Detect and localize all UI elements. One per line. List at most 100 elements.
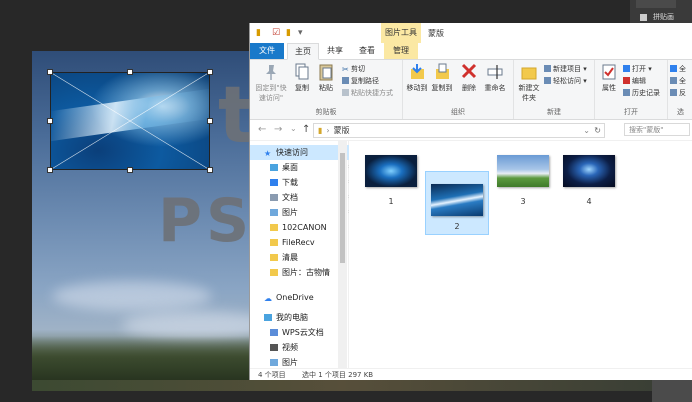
history-label: 历史记录 [632, 89, 660, 97]
select-all-icon [670, 65, 677, 72]
select-all-label: 全 [679, 65, 686, 73]
file-item[interactable]: 4 [557, 147, 621, 211]
paste-shortcut-icon [342, 89, 349, 96]
copy-path-button[interactable]: 复制路径 [342, 76, 379, 86]
nav-label: 图片 [282, 358, 298, 367]
canvas-bottom-strip [32, 380, 652, 391]
nav-scrollbar[interactable] [338, 141, 347, 368]
easy-access-icon [544, 77, 551, 84]
folder-icon [270, 239, 278, 246]
tab-home[interactable]: 主页 [287, 43, 319, 60]
transform-handle[interactable] [127, 69, 133, 75]
copy-path-label: 复制路径 [351, 77, 379, 85]
paste-shortcut-button[interactable]: 粘贴快捷方式 [342, 88, 393, 98]
nav-label: 102CANON [282, 223, 327, 232]
copy-label: 复制 [295, 84, 309, 92]
rename-label: 重命名 [484, 84, 506, 92]
organize-group-label: 组织 [451, 108, 465, 116]
file-view: 1 2 3 4 [349, 141, 692, 368]
file-thumbnail [431, 184, 483, 216]
select-none-button[interactable]: 全 [670, 76, 686, 86]
tab-view[interactable]: 查看 [352, 43, 382, 59]
new-folder-button[interactable]: 新建文件夹 [516, 63, 542, 103]
customize-qat-icon[interactable]: ▾ [298, 28, 303, 38]
nav-item-my-computer[interactable]: 我的电脑 [250, 310, 352, 325]
desktop-icon [270, 164, 278, 171]
file-item[interactable]: 2 [425, 171, 489, 235]
new-folder-label: 新建文件夹 [518, 84, 540, 102]
select-none-label: 全 [679, 77, 686, 85]
transform-handle[interactable] [207, 118, 213, 124]
back-icon[interactable]: ← [258, 124, 266, 135]
easy-access-button[interactable]: 轻松访问 ▾ [544, 76, 587, 86]
properties-quick-icon[interactable]: ☑ [272, 28, 280, 38]
move-to-icon [409, 63, 425, 81]
properties-label: 属性 [602, 84, 616, 92]
tab-manage[interactable]: 管理 [384, 43, 418, 59]
layer-row[interactable]: 拼贴画 [640, 12, 674, 22]
folder-icon: ▮ [256, 28, 261, 38]
rename-button[interactable]: 重命名 [483, 63, 507, 93]
ribbon: 固定到"快速访问" 复制 粘贴 ✂剪切 复制路径 粘贴快捷方式 剪贴板 移动到 [250, 60, 692, 120]
invert-selection-button[interactable]: 反 [670, 88, 686, 98]
copy-to-button[interactable]: 复制到 [430, 63, 454, 93]
open-button[interactable]: 打开 ▾ [623, 64, 652, 74]
transform-handle[interactable] [47, 69, 53, 75]
panel-tab[interactable] [636, 0, 676, 8]
address-bar: ← → ⌄ ↑ ▮ › 蒙版 ⌄ ↻ 搜索"蒙版" [250, 120, 692, 141]
properties-icon [601, 63, 617, 81]
select-group-label: 选 [677, 108, 684, 116]
move-to-button[interactable]: 移动到 [405, 63, 429, 93]
history-button[interactable]: 历史记录 [623, 88, 660, 98]
nav-label: OneDrive [276, 293, 314, 302]
open-group-label: 打开 [624, 108, 638, 116]
new-item-button[interactable]: 新建项目 ▾ [544, 64, 587, 74]
transform-handle[interactable] [207, 167, 213, 173]
path-dropdown-icon[interactable]: ⌄ [583, 124, 590, 137]
scissors-icon: ✂ [342, 65, 349, 74]
transform-handle[interactable] [47, 118, 53, 124]
pin-quick-access-button[interactable]: 固定到"快速访问" [254, 63, 288, 103]
forward-icon[interactable]: → [274, 124, 282, 135]
delete-label: 删除 [462, 84, 476, 92]
path-separator-icon: › [326, 126, 330, 135]
tab-share[interactable]: 共享 [320, 43, 350, 59]
cut-button[interactable]: ✂ 剪切 [342, 64, 365, 74]
recent-dropdown-icon[interactable]: ⌄ [290, 124, 297, 133]
placed-wave-image[interactable] [47, 69, 213, 173]
nav-label: 图片 [282, 208, 298, 217]
paste-button[interactable]: 粘贴 [314, 63, 338, 93]
new-folder-quick-icon[interactable]: ▮ [286, 28, 291, 38]
up-icon[interactable]: ↑ [302, 124, 310, 135]
search-input[interactable]: 搜索"蒙版" [624, 123, 690, 136]
nav-label: 视频 [282, 343, 298, 352]
transform-cross [50, 72, 210, 170]
open-group: 属性 打开 ▾ 编辑 历史记录 打开 [595, 60, 668, 119]
nav-item-onedrive[interactable]: ☁ OneDrive [250, 290, 352, 305]
transform-handle[interactable] [127, 167, 133, 173]
cloud-shape [52, 281, 212, 311]
paste-icon [318, 63, 334, 81]
edit-button[interactable]: 编辑 [623, 76, 646, 86]
nav-label: 文档 [282, 193, 298, 202]
nav-item-quick-access[interactable]: ★ 快速访问 [250, 145, 352, 160]
select-all-button[interactable]: 全 [670, 64, 686, 74]
file-item[interactable]: 3 [491, 147, 555, 211]
tab-file[interactable]: 文件 [250, 43, 284, 59]
path-input[interactable]: ▮ › 蒙版 ⌄ ↻ [313, 123, 605, 138]
scrollbar-thumb[interactable] [340, 153, 345, 263]
edit-label: 编辑 [632, 77, 646, 85]
refresh-icon[interactable]: ↻ [594, 124, 601, 137]
picture-icon [270, 209, 278, 216]
properties-button[interactable]: 属性 [597, 63, 621, 93]
selection-info: 选中 1 个项目 297 KB [302, 371, 374, 379]
delete-button[interactable]: 删除 [457, 63, 481, 93]
copy-icon [294, 63, 310, 81]
folder-icon [270, 224, 278, 231]
file-item[interactable]: 1 [359, 147, 423, 211]
transform-handle[interactable] [47, 167, 53, 173]
transform-handle[interactable] [207, 69, 213, 75]
organize-group: 移动到 复制到 删除 重命名 组织 [403, 60, 514, 119]
ribbon-tabs: 文件 主页 共享 查看 管理 [250, 43, 692, 60]
copy-button[interactable]: 复制 [290, 63, 314, 93]
